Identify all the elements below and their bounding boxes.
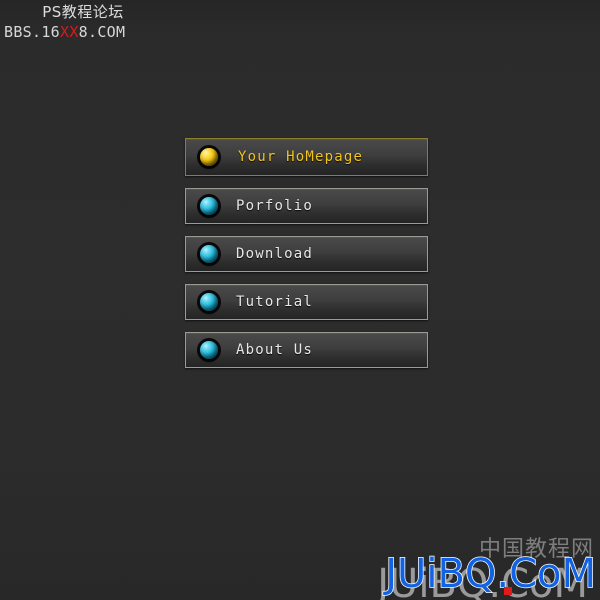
main-menu: Your HoMepage Porfolio Download Tutorial…	[185, 138, 428, 380]
page-canvas: PS教程论坛 BBS.16XX8.COM Your HoMepage Porfo…	[0, 0, 600, 600]
menu-item-porfolio[interactable]: Porfolio	[185, 188, 428, 224]
site-header: PS教程论坛 BBS.16XX8.COM	[0, 2, 160, 42]
cyan-sphere-icon	[200, 341, 218, 359]
menu-item-label: About Us	[236, 342, 314, 358]
site-title: PS教程论坛	[42, 3, 124, 21]
cyan-sphere-icon	[200, 245, 218, 263]
cyan-sphere-icon	[200, 197, 218, 215]
menu-item-download[interactable]: Download	[185, 236, 428, 272]
menu-item-tutorial[interactable]: Tutorial	[185, 284, 428, 320]
site-url-highlight: XX	[60, 23, 79, 41]
menu-item-label: Tutorial	[236, 294, 314, 310]
menu-item-label: Download	[236, 246, 314, 262]
site-url-prefix: BBS.16	[4, 23, 60, 41]
menu-item-your-homepage[interactable]: Your HoMepage	[185, 138, 428, 176]
watermark: 中国教程网 JUiBQ.CoM JUiBQ.CoM	[358, 538, 598, 600]
site-url-suffix: 8.COM	[78, 23, 126, 41]
cyan-sphere-icon	[200, 293, 218, 311]
watermark-domain: JUiBQ.CoM	[385, 551, 597, 597]
watermark-red-dot	[504, 587, 512, 595]
site-url: BBS.16XX8.COM	[0, 22, 160, 42]
menu-item-about-us[interactable]: About Us	[185, 332, 428, 368]
menu-item-label: Porfolio	[236, 198, 314, 214]
gold-sphere-icon	[200, 148, 218, 166]
menu-item-label: Your HoMepage	[238, 149, 364, 165]
